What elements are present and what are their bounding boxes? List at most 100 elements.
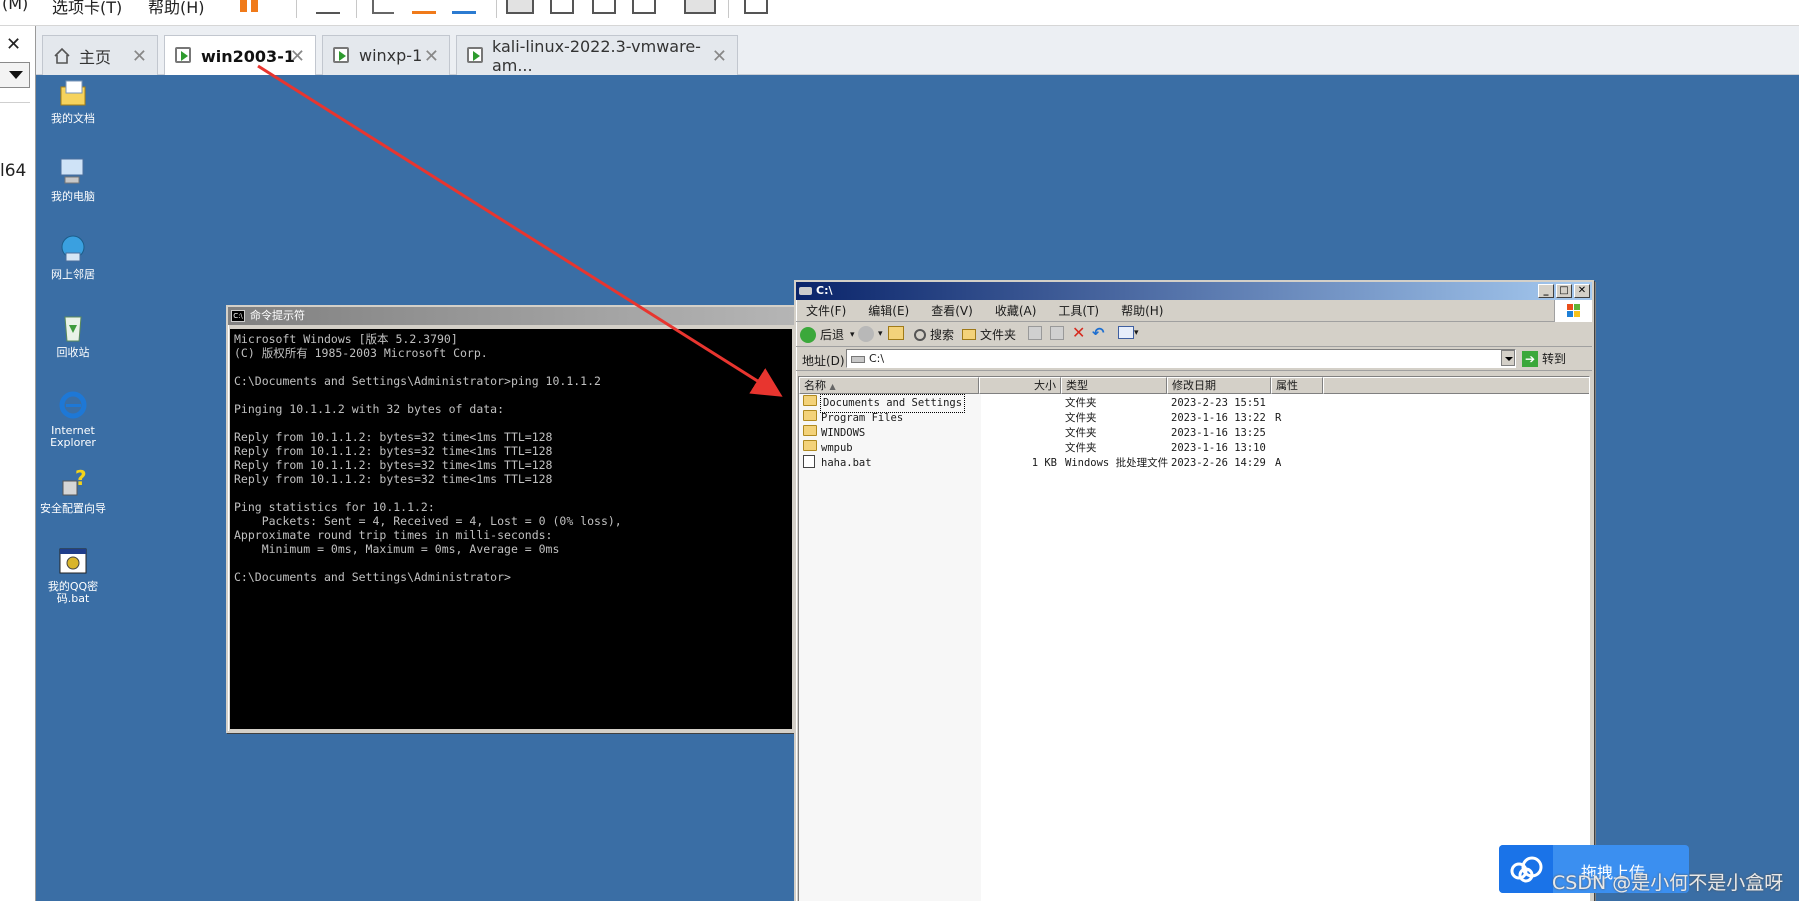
vm-running-icon [467,46,484,65]
batch-file-icon [803,455,815,468]
menu-item-tabs[interactable]: 选项卡(T) [52,0,122,18]
search-label: 搜索 [930,328,955,342]
column-header-size[interactable]: 大小 [979,377,1061,394]
undo-button[interactable]: ↶ [1092,326,1105,341]
tab-home[interactable]: 主页 ✕ [42,35,158,75]
svg-text:?: ? [75,467,87,490]
send-keys-icon[interactable] [316,0,340,14]
menu-item-help[interactable]: 帮助(H) [148,0,205,18]
menu-favorites[interactable]: 收藏(A) [995,302,1037,319]
column-header-attributes[interactable]: 属性 [1271,377,1323,394]
address-label: 地址(D) [802,354,845,368]
back-label: 后退 [820,328,845,342]
close-tab-icon[interactable]: ✕ [132,46,147,67]
divider [0,102,30,103]
vm-running-icon [175,47,193,65]
pause-icon[interactable] [240,0,262,14]
chevron-down-icon: ▾ [850,329,855,340]
desktop-icon-label: 安全配置向导 [40,502,106,515]
desktop-icon-my-documents[interactable]: 我的文档 [37,77,109,125]
back-button[interactable]: 后退 ▾ [800,326,855,343]
explorer-menu-bar: 文件(F) 编辑(E) 查看(V) 收藏(A) 工具(T) 帮助(H) [796,300,1592,322]
move-to-button[interactable] [1028,326,1042,340]
delete-button[interactable]: ✕ [1072,325,1085,341]
folders-button[interactable]: 文件夹 [962,326,1016,343]
desktop-icon-my-computer[interactable]: 我的电脑 [37,155,109,203]
library-item-text[interactable]: l64 [0,161,26,181]
tab-kali-linux[interactable]: kali-linux-2022.3-vmware-am... ✕ [456,35,738,75]
revert-snapshot-icon[interactable] [412,0,436,14]
go-label: 转到 [1542,352,1567,366]
menu-item-partial[interactable]: (M) [2,0,28,13]
forward-button[interactable]: ▾ [858,326,883,342]
desktop-icon-label: 我的电脑 [51,190,95,203]
menu-view[interactable]: 查看(V) [931,302,973,319]
tab-label: win2003-1 [201,46,295,66]
desktop-icon-qq-bat[interactable]: 我的QQ密码.bat [37,545,109,605]
go-button[interactable]: ➔ 转到 [1522,350,1566,367]
unity-icon[interactable] [632,0,656,14]
close-button[interactable]: ✕ [1574,284,1590,298]
console-view-icon[interactable] [684,0,716,14]
snapshot-icon[interactable] [372,0,394,14]
up-folder-button[interactable] [888,326,904,340]
cmd-console-output[interactable]: Microsoft Windows [版本 5.2.3790] (C) 版权所有 … [230,329,792,729]
tab-win2003-1[interactable]: win2003-1 ✕ [164,35,316,76]
copy-to-button[interactable] [1050,326,1064,340]
close-tab-icon[interactable]: ✕ [290,46,305,67]
console-line: Approximate round trip times in milli-se… [234,528,553,542]
address-dropdown-button[interactable] [1501,350,1515,366]
column-header-name[interactable]: 名称 ▲ [799,377,979,394]
search-icon [914,328,926,341]
console-line: Reply from 10.1.1.2: bytes=32 time<1ms T… [234,444,553,458]
desktop-icon-network[interactable]: 网上邻居 [37,233,109,281]
snapshot-manager-icon[interactable] [452,0,476,14]
tab-winxp-1[interactable]: winxp-1 ✕ [322,35,450,75]
maximize-button[interactable]: □ [1556,284,1572,298]
views-button[interactable]: ▾ [1118,326,1139,339]
column-header-label: 属性 [1276,379,1298,392]
minimize-button[interactable]: _ [1538,284,1554,298]
file-row[interactable]: haha.bat 1 KB Windows 批处理文件 2023-2-26 14:29… [799,455,1589,472]
explorer-title-bar[interactable]: C:\ _ □ ✕ [796,282,1592,300]
fullscreen-icon[interactable] [592,0,616,14]
console-line: C:\Documents and Settings\Administrator> [234,570,511,584]
my-documents-icon [57,77,89,109]
library-pane: ✕ l64 [0,26,36,901]
explorer-title: C:\ [816,284,833,297]
desktop-icon-security-wizard[interactable]: ? 安全配置向导 [37,466,109,515]
library-dropdown[interactable] [0,62,30,88]
explorer-toolbar: 后退 ▾ ▾ 搜索 文件夹 ✕ ↶ ▾ [796,322,1592,347]
desktop-icon-recycle-bin[interactable]: 回收站 [37,311,109,359]
column-header-modified[interactable]: 修改日期 [1167,377,1271,394]
search-button[interactable]: 搜索 [914,326,954,343]
copy-to-icon [1050,326,1064,340]
desktop-icon-internet-explorer[interactable]: Internet Explorer [37,389,109,449]
menu-file[interactable]: 文件(F) [806,302,846,319]
sort-ascending-icon: ▲ [829,382,836,391]
console-line: Reply from 10.1.1.2: bytes=32 time<1ms T… [234,472,553,486]
thumbnail-icon[interactable] [550,0,574,14]
menu-edit[interactable]: 编辑(E) [868,302,909,319]
console-line: Packets: Sent = 4, Received = 4, Lost = … [234,514,622,528]
menu-tools[interactable]: 工具(T) [1058,302,1099,319]
network-places-icon [57,233,89,265]
address-input[interactable]: C:\ [846,349,1516,368]
library-icon[interactable] [506,0,534,14]
menu-help[interactable]: 帮助(H) [1121,302,1163,319]
explorer-window[interactable]: C:\ _ □ ✕ 文件(F) 编辑(E) 查看(V) 收藏(A) 工具(T) … [794,280,1594,901]
cmd-title-bar[interactable]: C:\ 命令提示符 [228,307,794,325]
cmd-window[interactable]: C:\ 命令提示符 Microsoft Windows [版本 5.2.3790… [226,305,796,733]
vm-running-icon [333,46,351,65]
view-options-icon[interactable] [744,0,768,14]
close-tab-icon[interactable]: ✕ [712,46,727,67]
close-library-icon[interactable]: ✕ [6,34,21,55]
close-tab-icon[interactable]: ✕ [424,46,439,67]
folder-icon [803,395,817,406]
column-header-type[interactable]: 类型 [1061,377,1167,394]
file-list[interactable]: 名称 ▲ 大小 类型 修改日期 属性 Documents and Setting… [798,376,1590,901]
desktop-icon-label: 网上邻居 [51,268,95,281]
chevron-down-icon: ▾ [1134,327,1139,338]
